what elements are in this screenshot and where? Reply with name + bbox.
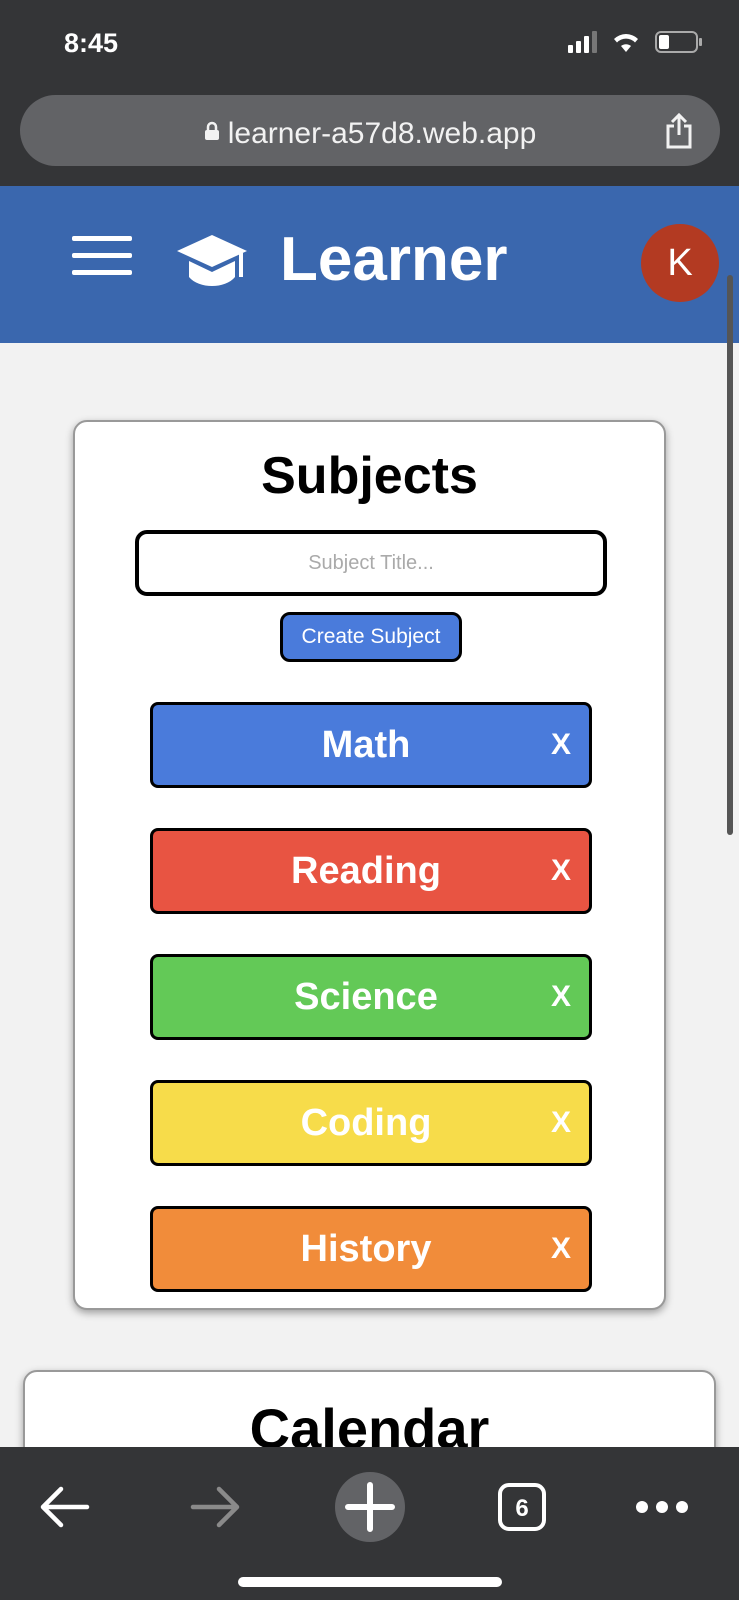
hamburger-menu-icon[interactable] <box>72 236 132 278</box>
lock-icon <box>204 121 219 140</box>
subject-item-reading[interactable]: Reading X <box>150 828 592 914</box>
browser-toolbar: learner-a57d8.web.app <box>0 90 739 186</box>
subject-item-coding[interactable]: Coding X <box>150 1080 592 1166</box>
subject-title-input[interactable] <box>135 530 607 596</box>
subject-item-history[interactable]: History X <box>150 1206 592 1292</box>
more-horizontal-icon <box>636 1501 688 1513</box>
plus-icon <box>335 1472 405 1542</box>
subject-item-math[interactable]: Math X <box>150 702 592 788</box>
new-tab-button[interactable] <box>330 1467 410 1547</box>
wifi-icon <box>614 34 638 52</box>
page-scrollbar[interactable] <box>727 275 733 835</box>
delete-subject-button[interactable]: X <box>551 831 571 911</box>
status-time: 8:45 <box>64 28 119 58</box>
subject-name: Math <box>321 724 411 766</box>
create-subject-button[interactable]: Create Subject <box>280 612 462 662</box>
url-bar[interactable]: learner-a57d8.web.app <box>20 95 720 166</box>
share-icon[interactable] <box>664 113 694 149</box>
subject-name: Science <box>294 976 438 1018</box>
home-indicator[interactable] <box>238 1577 502 1587</box>
user-avatar[interactable]: K <box>641 224 719 302</box>
back-button[interactable] <box>24 1467 104 1547</box>
more-menu-button[interactable] <box>622 1467 702 1547</box>
tabs-icon: 6 <box>498 1483 546 1531</box>
tabs-button[interactable]: 6 <box>482 1467 562 1547</box>
app-title: Learner <box>280 225 508 294</box>
url-text: learner-a57d8.web.app <box>227 117 537 150</box>
url-display[interactable]: learner-a57d8.web.app <box>20 117 720 151</box>
tab-count: 6 <box>515 1495 528 1522</box>
delete-subject-button[interactable]: X <box>551 957 571 1037</box>
browser-bottom-toolbar: 6 <box>0 1447 739 1600</box>
subject-name: History <box>300 1228 432 1270</box>
subjects-card: Subjects Create Subject Math X Reading X… <box>73 420 666 1310</box>
arrow-left-icon <box>40 1486 90 1528</box>
app-header: Learner K <box>0 186 739 343</box>
delete-subject-button[interactable]: X <box>551 1209 571 1289</box>
delete-subject-button[interactable]: X <box>551 1083 571 1163</box>
delete-subject-button[interactable]: X <box>551 705 571 785</box>
battery-icon <box>655 31 702 53</box>
cellular-signal-icon <box>568 31 597 53</box>
graduation-cap-icon <box>177 235 247 286</box>
subject-name: Coding <box>300 1102 432 1144</box>
status-bar: 8:45 <box>0 0 739 90</box>
subject-name: Reading <box>291 850 441 892</box>
forward-button[interactable] <box>176 1467 256 1547</box>
subjects-title: Subjects <box>261 447 478 505</box>
arrow-right-icon <box>190 1486 240 1528</box>
status-icons <box>568 30 703 54</box>
subject-item-science[interactable]: Science X <box>150 954 592 1040</box>
